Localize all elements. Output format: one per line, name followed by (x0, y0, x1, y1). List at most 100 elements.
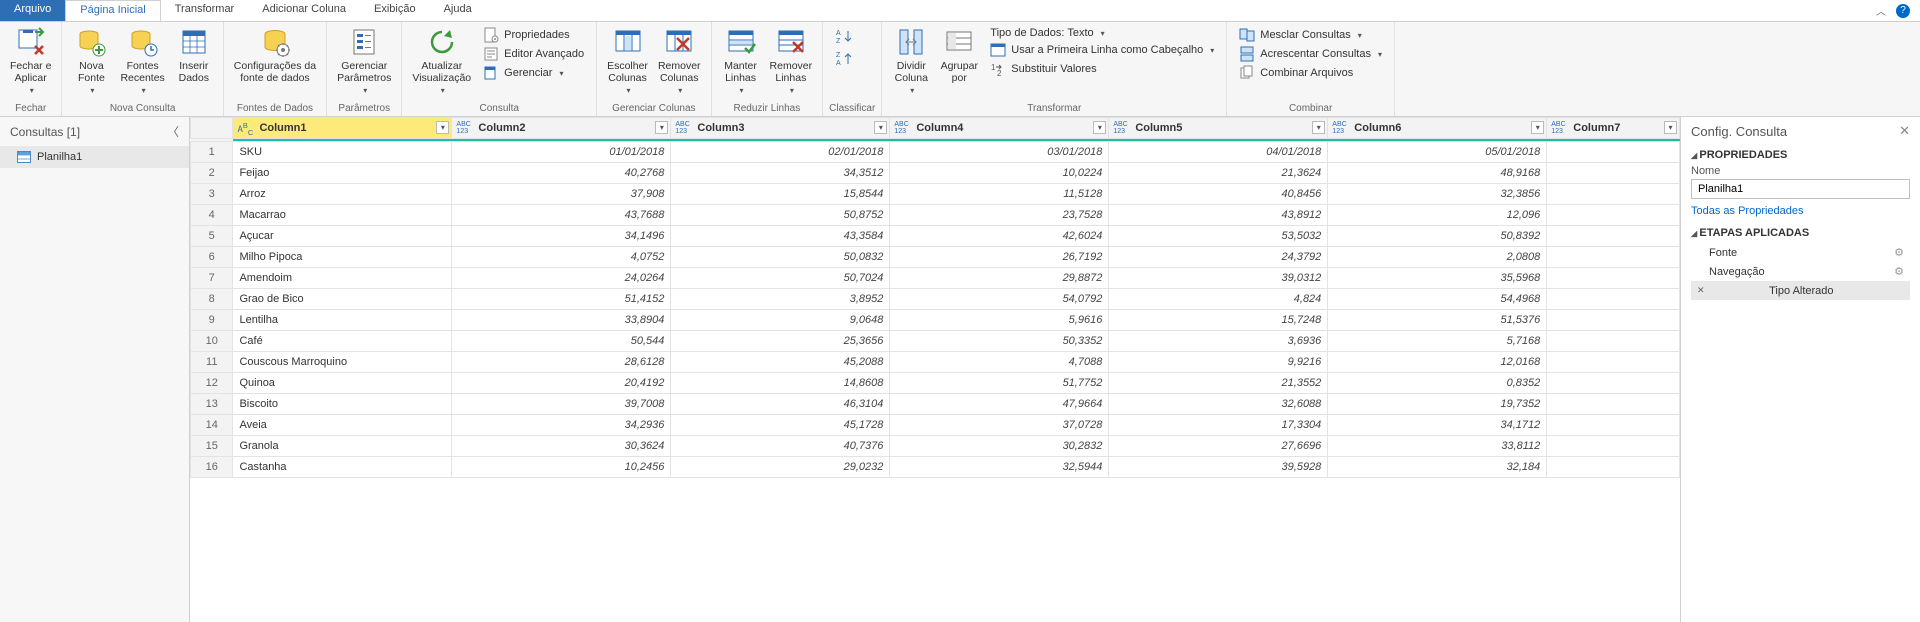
settings-close-icon[interactable]: ✕ (1899, 123, 1910, 139)
cell[interactable]: 10,0224 (890, 163, 1109, 184)
cell[interactable]: 12,096 (1328, 205, 1547, 226)
cell[interactable]: 47,9664 (890, 394, 1109, 415)
cell[interactable]: 11,5128 (890, 184, 1109, 205)
merge-queries-button[interactable]: Mesclar Consultas▾ (1235, 26, 1386, 44)
table-row[interactable]: 15Granola30,362440,737630,283227,669633,… (191, 436, 1680, 457)
cell[interactable]: Arroz (233, 184, 452, 205)
new-source-button[interactable]: Nova Fonte▾ (68, 24, 114, 98)
table-row[interactable]: 7Amendoim24,026450,702429,887239,031235,… (191, 268, 1680, 289)
applied-step[interactable]: Tipo Alterado⚙ (1691, 281, 1910, 300)
manage-button[interactable]: Gerenciar▾ (479, 64, 588, 82)
choose-columns-button[interactable]: Escolher Colunas▾ (603, 24, 652, 98)
datatype-icon[interactable]: ABC (237, 121, 253, 137)
cell[interactable]: Couscous Marroquino (233, 352, 452, 373)
cell[interactable] (1547, 268, 1680, 289)
sort-desc-button[interactable]: ZA (835, 50, 853, 68)
cell[interactable]: 46,3104 (671, 394, 890, 415)
datatype-icon[interactable]: ABC123 (894, 121, 908, 136)
cell[interactable]: 51,5376 (1328, 310, 1547, 331)
datatype-icon[interactable]: ABC123 (456, 121, 470, 136)
cell[interactable]: 19,7352 (1328, 394, 1547, 415)
menu-file[interactable]: Arquivo (0, 0, 65, 21)
column-header[interactable]: ABC123Column3▾ (671, 118, 890, 139)
cell[interactable]: Biscoito (233, 394, 452, 415)
cell[interactable]: 54,0792 (890, 289, 1109, 310)
table-row[interactable]: 5Açucar34,149643,358442,602453,503250,83… (191, 226, 1680, 247)
cell[interactable]: 51,4152 (452, 289, 671, 310)
cell[interactable]: 21,3624 (1109, 163, 1328, 184)
cell[interactable]: 33,8904 (452, 310, 671, 331)
table-row[interactable]: 11Couscous Marroquino28,612845,20884,708… (191, 352, 1680, 373)
enter-data-button[interactable]: Inserir Dados (171, 24, 217, 86)
menu-tab[interactable]: Transformar (161, 0, 249, 21)
cell[interactable]: 50,0832 (671, 247, 890, 268)
cell[interactable]: Grao de Bico (233, 289, 452, 310)
cell[interactable]: Macarrao (233, 205, 452, 226)
cell[interactable]: 21,3552 (1109, 373, 1328, 394)
table-row[interactable]: 6Milho Pipoca4,075250,083226,719224,3792… (191, 247, 1680, 268)
cell[interactable] (1547, 310, 1680, 331)
cell[interactable]: 40,7376 (671, 436, 890, 457)
cell[interactable]: 45,2088 (671, 352, 890, 373)
cell[interactable] (1547, 142, 1680, 163)
cell[interactable]: 9,9216 (1109, 352, 1328, 373)
cell[interactable]: 39,7008 (452, 394, 671, 415)
cell[interactable]: 32,5944 (890, 457, 1109, 478)
cell[interactable] (1547, 394, 1680, 415)
cell[interactable]: 15,8544 (671, 184, 890, 205)
cell[interactable]: 45,1728 (671, 415, 890, 436)
cell[interactable]: 32,6088 (1109, 394, 1328, 415)
cell[interactable] (1547, 436, 1680, 457)
datatype-icon[interactable]: ABC123 (1113, 121, 1127, 136)
cell[interactable]: 48,9168 (1328, 163, 1547, 184)
column-filter-dropdown[interactable]: ▾ (874, 121, 887, 134)
advanced-editor-button[interactable]: Editor Avançado (479, 45, 588, 63)
column-header[interactable]: ABC123Column2▾ (452, 118, 671, 139)
cell[interactable]: 26,7192 (890, 247, 1109, 268)
cell[interactable]: 50,7024 (671, 268, 890, 289)
cell[interactable]: 4,7088 (890, 352, 1109, 373)
menu-tab[interactable]: Exibição (360, 0, 430, 21)
cell[interactable]: 34,1496 (452, 226, 671, 247)
column-filter-dropdown[interactable]: ▾ (1664, 121, 1677, 134)
cell[interactable]: 5,9616 (890, 310, 1109, 331)
cell[interactable]: 35,5968 (1328, 268, 1547, 289)
group-by-button[interactable]: Agrupar por (936, 24, 982, 86)
cell[interactable]: 5,7168 (1328, 331, 1547, 352)
column-filter-dropdown[interactable]: ▾ (1531, 121, 1544, 134)
cell[interactable] (1547, 415, 1680, 436)
properties-button[interactable]: Propriedades (479, 26, 588, 44)
table-row[interactable]: 13Biscoito39,700846,310447,966432,608819… (191, 394, 1680, 415)
cell[interactable]: 17,3304 (1109, 415, 1328, 436)
cell[interactable]: Açucar (233, 226, 452, 247)
table-row[interactable]: 8Grao de Bico51,41523,895254,07924,82454… (191, 289, 1680, 310)
column-header[interactable]: ABC123Column5▾ (1109, 118, 1328, 139)
cell[interactable]: 29,8872 (890, 268, 1109, 289)
cell[interactable] (1547, 289, 1680, 310)
cell[interactable]: 03/01/2018 (890, 142, 1109, 163)
applied-step[interactable]: Navegação⚙ (1691, 262, 1910, 281)
cell[interactable]: 29,0232 (671, 457, 890, 478)
combine-files-button[interactable]: Combinar Arquivos (1235, 64, 1386, 82)
cell[interactable]: 32,3856 (1328, 184, 1547, 205)
gear-icon[interactable]: ⚙ (1894, 246, 1904, 259)
query-item[interactable]: Planilha1 (0, 146, 189, 168)
cell[interactable]: 51,7752 (890, 373, 1109, 394)
cell[interactable]: 10,2456 (452, 457, 671, 478)
table-row[interactable]: 2Feijao40,276834,351210,022421,362448,91… (191, 163, 1680, 184)
data-source-settings-button[interactable]: Configurações da fonte de dados (230, 24, 320, 86)
cell[interactable]: 39,0312 (1109, 268, 1328, 289)
cell[interactable]: 37,0728 (890, 415, 1109, 436)
cell[interactable]: Milho Pipoca (233, 247, 452, 268)
table-row[interactable]: 4Macarrao43,768850,875223,752843,891212,… (191, 205, 1680, 226)
column-filter-dropdown[interactable]: ▾ (1093, 121, 1106, 134)
cell[interactable]: 43,7688 (452, 205, 671, 226)
help-icon[interactable]: ? (1896, 4, 1910, 18)
cell[interactable]: 50,8392 (1328, 226, 1547, 247)
cell[interactable]: 53,5032 (1109, 226, 1328, 247)
cell[interactable]: 50,3352 (890, 331, 1109, 352)
column-header[interactable]: ABC123Column4▾ (890, 118, 1109, 139)
table-row[interactable]: 14Aveia34,293645,172837,072817,330434,17… (191, 415, 1680, 436)
datatype-icon[interactable]: ABC123 (1332, 121, 1346, 136)
cell[interactable]: 34,2936 (452, 415, 671, 436)
